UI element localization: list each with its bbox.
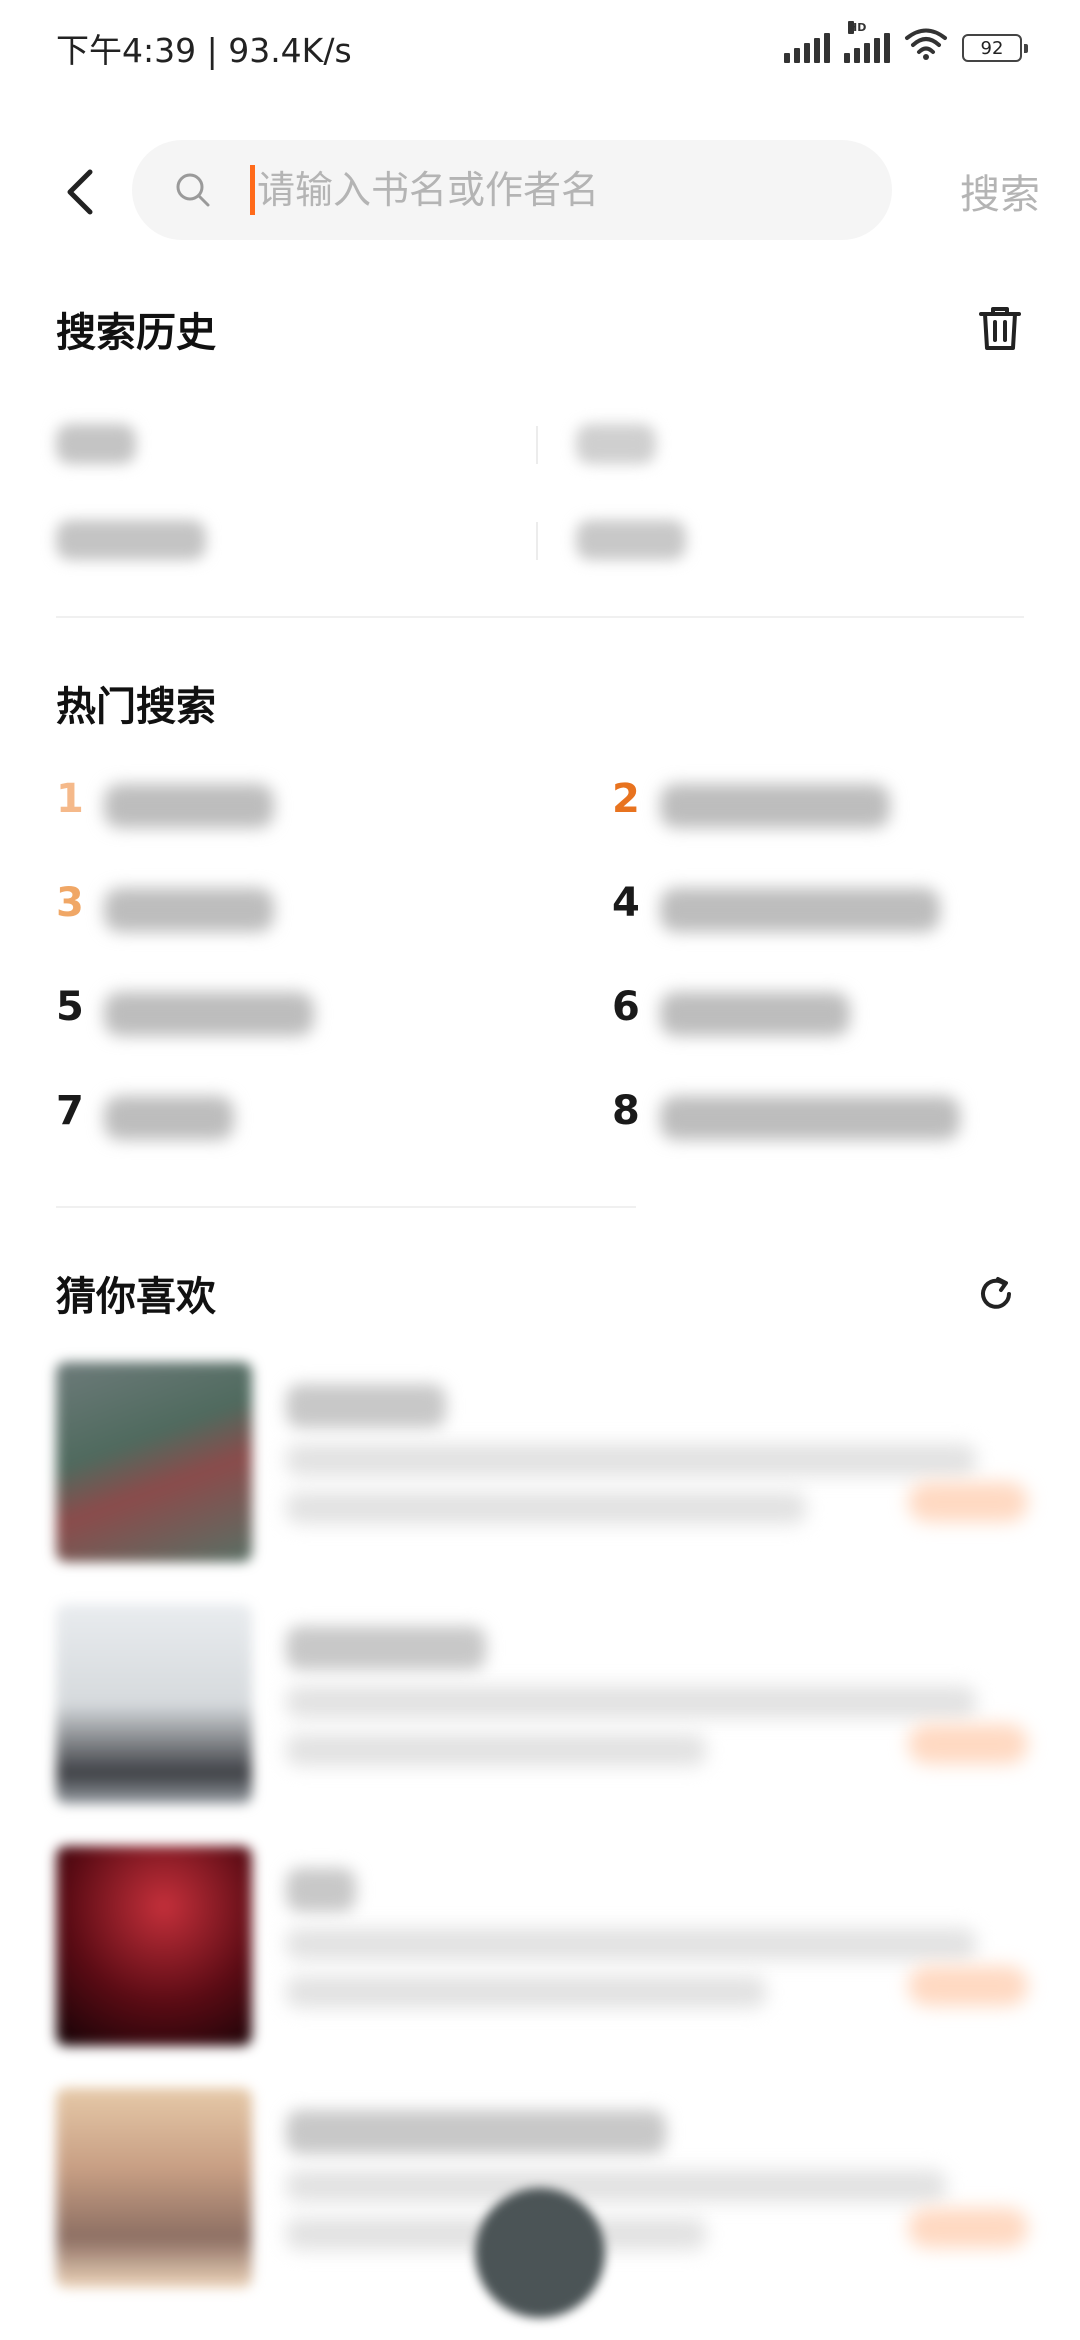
search-icon: [174, 170, 214, 210]
hot-label: [104, 992, 314, 1036]
hot-item[interactable]: 7: [56, 1078, 536, 1158]
hot-rank: 4: [612, 880, 640, 926]
wifi-icon: [904, 27, 948, 69]
book-title: [286, 1868, 356, 1912]
history-divider: [536, 522, 538, 560]
hot-item[interactable]: 8: [612, 1078, 1080, 1158]
book-cover: [56, 1362, 252, 1562]
refresh-button[interactable]: [966, 1264, 1026, 1324]
book-meta: [286, 1976, 766, 2008]
status-time: 下午4:39 | 93.4K/s: [56, 31, 352, 70]
hot-item[interactable]: 5: [56, 974, 536, 1054]
history-divider: [536, 426, 538, 464]
hot-rank: 1: [56, 776, 84, 822]
hot-label: [660, 992, 850, 1036]
hot-rank: 3: [56, 880, 84, 926]
book-tag: [908, 1724, 1028, 1764]
hot-label: [660, 888, 940, 932]
signal-hd-icon: HD: [844, 21, 890, 63]
book-description: [286, 1686, 976, 1718]
book-description: [286, 2170, 946, 2202]
battery-icon: 92: [962, 34, 1028, 62]
book-title: [286, 1626, 486, 1670]
section-divider: [56, 1206, 636, 1208]
hot-item[interactable]: 4: [612, 870, 1080, 950]
delete-history-button[interactable]: [970, 298, 1030, 358]
hot-label: [660, 784, 890, 828]
hot-label: [104, 1096, 234, 1140]
book-tag: [908, 1482, 1028, 1522]
hot-rank: 2: [612, 776, 640, 822]
hot-item[interactable]: 3: [56, 870, 536, 950]
history-section-title: 搜索历史: [56, 310, 216, 356]
hot-label: [660, 1096, 960, 1140]
chevron-left-icon: [67, 169, 93, 215]
book-tag: [908, 2208, 1028, 2248]
book-tag: [908, 1966, 1028, 2006]
book-title: [286, 1384, 446, 1428]
book-cover: [56, 2088, 252, 2288]
hot-item[interactable]: 2: [612, 766, 1080, 846]
recommend-section-title: 猜你喜欢: [56, 1274, 216, 1320]
book-meta: [286, 1492, 806, 1524]
hot-label: [104, 784, 274, 828]
history-item[interactable]: [56, 424, 136, 464]
book-list-item[interactable]: [56, 1362, 1028, 1572]
floating-action-button[interactable]: [475, 2188, 605, 2318]
search-button[interactable]: 搜索: [960, 162, 1040, 220]
hot-section-title: 热门搜索: [56, 684, 216, 730]
hot-rank: 5: [56, 984, 84, 1030]
signal-icon: [784, 33, 830, 63]
book-cover: [56, 1604, 252, 1804]
status-icons: HD 92: [784, 21, 1028, 69]
hot-item[interactable]: 1: [56, 766, 536, 846]
trash-icon: [979, 307, 1021, 350]
search-input[interactable]: [257, 168, 857, 212]
book-description: [286, 1928, 976, 1960]
hot-rank: 7: [56, 1088, 84, 1134]
book-title: [286, 2110, 666, 2154]
book-meta: [286, 1734, 706, 1766]
history-item[interactable]: [576, 424, 656, 464]
search-bar: 搜索: [0, 140, 1080, 240]
book-description: [286, 1444, 976, 1476]
search-field[interactable]: [132, 140, 892, 240]
refresh-icon: [981, 1277, 1011, 1309]
book-list-item[interactable]: [56, 1604, 1028, 1814]
history-item[interactable]: [56, 520, 206, 560]
hot-rank: 6: [612, 984, 640, 1030]
book-cover: [56, 1846, 252, 2046]
hot-item[interactable]: 6: [612, 974, 1080, 1054]
text-cursor: [250, 165, 255, 215]
status-bar: 下午4:39 | 93.4K/s HD 92: [0, 0, 1080, 96]
history-item[interactable]: [576, 520, 686, 560]
book-list-item[interactable]: [56, 1846, 1028, 2056]
section-divider: [56, 616, 1024, 618]
hot-label: [104, 888, 274, 932]
battery-level: 92: [980, 37, 1004, 59]
back-button[interactable]: [52, 164, 108, 220]
hot-rank: 8: [612, 1088, 640, 1134]
